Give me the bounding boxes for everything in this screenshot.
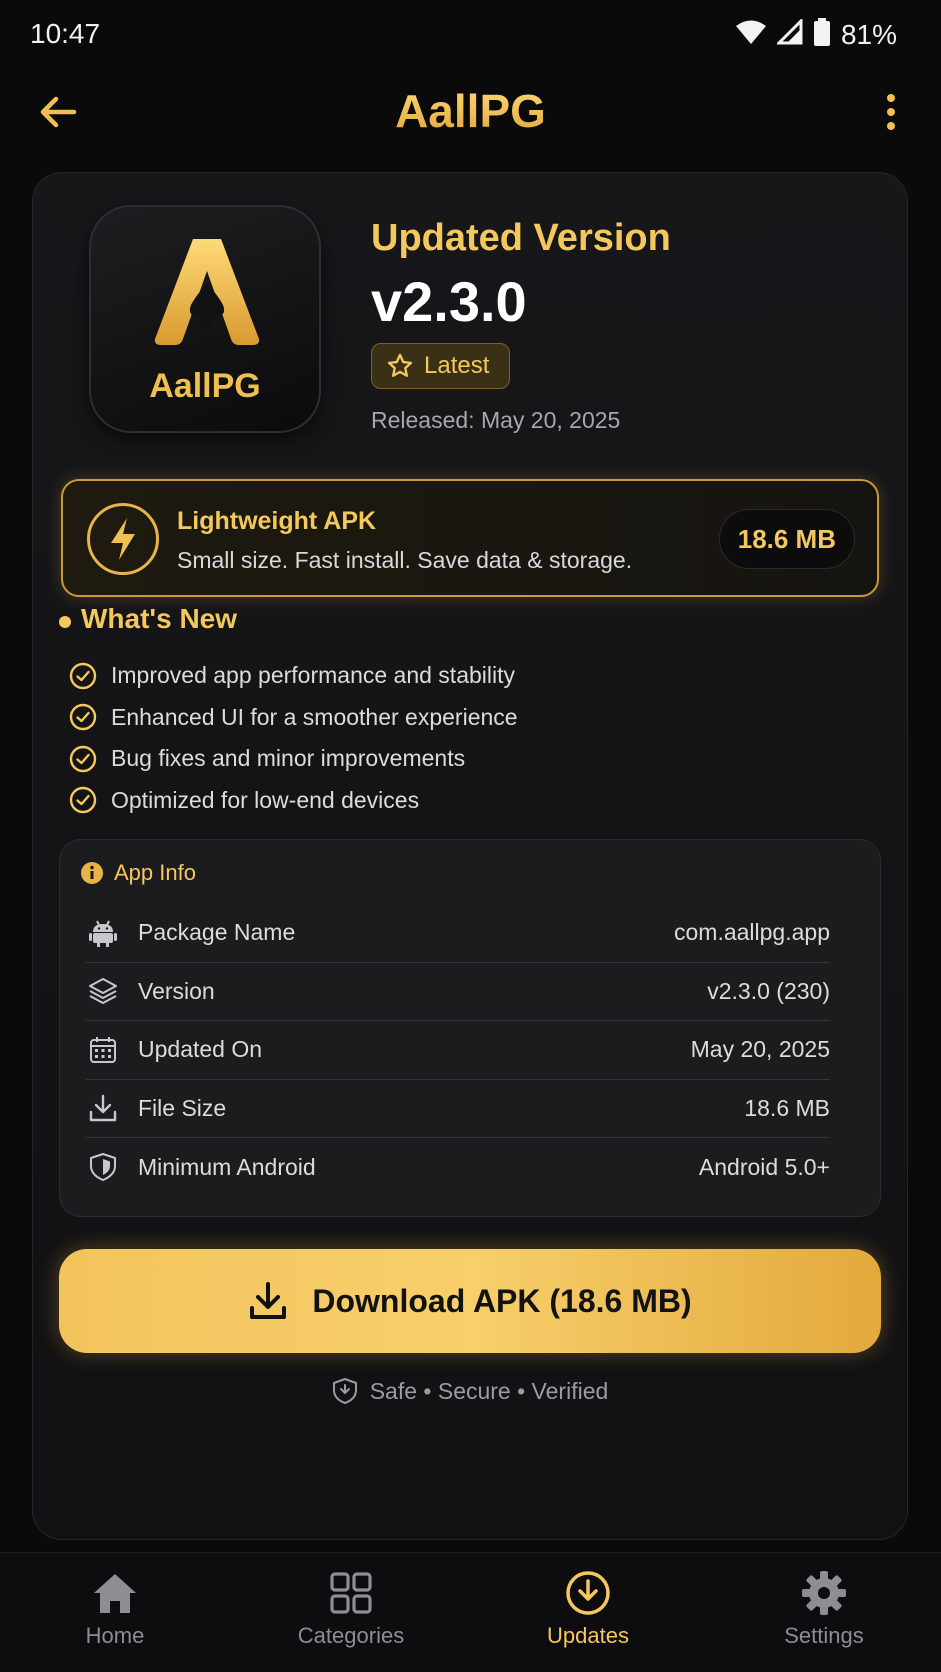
list-item-text: Bug fixes and minor improvements bbox=[111, 745, 466, 772]
check-circle-icon bbox=[69, 662, 97, 689]
list-item: Enhanced UI for a smoother experience bbox=[69, 697, 518, 739]
list-item-text: Improved app performance and stability bbox=[111, 662, 515, 689]
check-circle-icon bbox=[69, 787, 97, 814]
update-card: AallPG Updated Version v2.3.0 Latest Rel… bbox=[32, 172, 908, 1540]
whats-new-title: What's New bbox=[81, 603, 238, 634]
check-circle-icon bbox=[69, 704, 97, 731]
info-value: com.aallpg.app bbox=[674, 919, 830, 946]
section-bullet bbox=[59, 616, 71, 628]
info-label: Version bbox=[138, 977, 215, 1004]
nav-item-settings[interactable]: Settings bbox=[744, 1567, 904, 1649]
lightweight-description: Small size. Fast install. Save data & st… bbox=[177, 547, 633, 573]
nav-label: Updates bbox=[547, 1623, 629, 1648]
version-number: v2.3.0 bbox=[371, 270, 527, 333]
app-logo: AallPG bbox=[89, 205, 321, 433]
info-label: Package Name bbox=[138, 919, 296, 946]
status-icons: 81% bbox=[735, 17, 897, 51]
latest-badge-label: Latest bbox=[424, 352, 490, 379]
list-item: Improved app performance and stability bbox=[69, 655, 518, 697]
nav-item-updates[interactable]: Updates bbox=[508, 1567, 668, 1649]
info-value: Android 5.0+ bbox=[698, 1153, 830, 1180]
download-tray-icon bbox=[86, 1091, 120, 1125]
app-info-title: App Info bbox=[114, 860, 196, 885]
safety-note: Safe • Secure • Verified bbox=[33, 1377, 907, 1405]
shield-icon bbox=[86, 1150, 120, 1184]
list-item: Optimized for low-end devices bbox=[69, 780, 518, 822]
app-info-rows: Package Name com.aallpg.app Version v2.3… bbox=[86, 904, 830, 1197]
app-screen: 10:47 81% AallPG AallPG Updated Version … bbox=[0, 0, 941, 1672]
info-row-package-name: Package Name com.aallpg.app bbox=[86, 904, 830, 963]
list-item-text: Optimized for low-end devices bbox=[111, 786, 420, 813]
app-logo-label: AallPG bbox=[149, 367, 261, 405]
info-row-version: Version v2.3.0 (230) bbox=[86, 963, 830, 1021]
release-date: Released: May 20, 2025 bbox=[371, 407, 621, 433]
nav-item-home[interactable]: Home bbox=[35, 1567, 195, 1649]
info-value: v2.3.0 (230) bbox=[707, 977, 830, 1004]
status-time: 10:47 bbox=[30, 18, 101, 49]
info-icon bbox=[81, 862, 103, 884]
star-icon bbox=[387, 353, 413, 377]
info-row-minimum-android: Minimum Android Android 5.0+ bbox=[86, 1138, 830, 1197]
nav-label: Home bbox=[85, 1623, 145, 1648]
android-icon bbox=[86, 916, 120, 950]
info-row-file-size: File Size 18.6 MB bbox=[86, 1080, 830, 1138]
nav-item-categories[interactable]: Categories bbox=[271, 1567, 431, 1649]
safety-note-text: Safe • Secure • Verified bbox=[369, 1377, 609, 1404]
app-info-panel: App Info Package Name com.aallpg.app Ver… bbox=[59, 839, 881, 1217]
nav-label: Categories bbox=[297, 1623, 405, 1648]
lightweight-title: Lightweight APK bbox=[177, 507, 377, 535]
more-options-button[interactable] bbox=[881, 90, 901, 134]
check-circle-icon bbox=[69, 745, 97, 772]
info-row-updated-on: Updated On May 20, 2025 bbox=[86, 1021, 830, 1080]
update-icon bbox=[508, 1567, 668, 1619]
app-bar: AallPG bbox=[0, 72, 941, 152]
info-label: File Size bbox=[138, 1094, 227, 1121]
calendar-icon bbox=[86, 1033, 120, 1067]
info-label: Minimum Android bbox=[138, 1153, 316, 1180]
home-icon bbox=[35, 1567, 195, 1619]
signal-icon bbox=[775, 17, 803, 50]
status-bar: 10:47 81% bbox=[0, 0, 941, 72]
list-item-text: Enhanced UI for a smoother experience bbox=[111, 703, 518, 730]
whats-new-list: Improved app performance and stability E… bbox=[69, 655, 518, 821]
download-apk-button[interactable]: Download APK (18.6 MB) bbox=[59, 1249, 881, 1353]
info-value: 18.6 MB bbox=[744, 1094, 830, 1121]
info-label: Updated On bbox=[138, 1036, 263, 1063]
version-header: Updated Version bbox=[371, 217, 671, 259]
download-icon bbox=[250, 1282, 287, 1319]
lightweight-apk-banner: Lightweight APK Small size. Fast install… bbox=[61, 479, 879, 597]
size-pill: 18.6 MB bbox=[718, 509, 855, 569]
bottom-navigation: Home Categories Updates Settings bbox=[0, 1552, 941, 1672]
nav-label: Settings bbox=[784, 1623, 864, 1648]
info-value: May 20, 2025 bbox=[690, 1036, 830, 1063]
bolt-icon bbox=[87, 503, 159, 575]
list-item: Bug fixes and minor improvements bbox=[69, 738, 518, 780]
battery-percentage: 81% bbox=[840, 18, 897, 50]
gear-icon bbox=[744, 1567, 904, 1619]
battery-icon bbox=[813, 18, 831, 51]
download-button-label: Download APK (18.6 MB) bbox=[312, 1282, 692, 1319]
wifi-icon bbox=[735, 19, 767, 50]
grid-icon bbox=[271, 1567, 431, 1619]
latest-badge: Latest bbox=[371, 343, 511, 389]
more-vertical-icon bbox=[887, 94, 895, 130]
layers-icon bbox=[86, 974, 120, 1008]
page-title: AallPG bbox=[0, 84, 941, 138]
app-info-header: App Info bbox=[80, 860, 196, 886]
spade-a-logo-icon bbox=[154, 239, 260, 345]
shield-check-icon bbox=[332, 1378, 357, 1404]
